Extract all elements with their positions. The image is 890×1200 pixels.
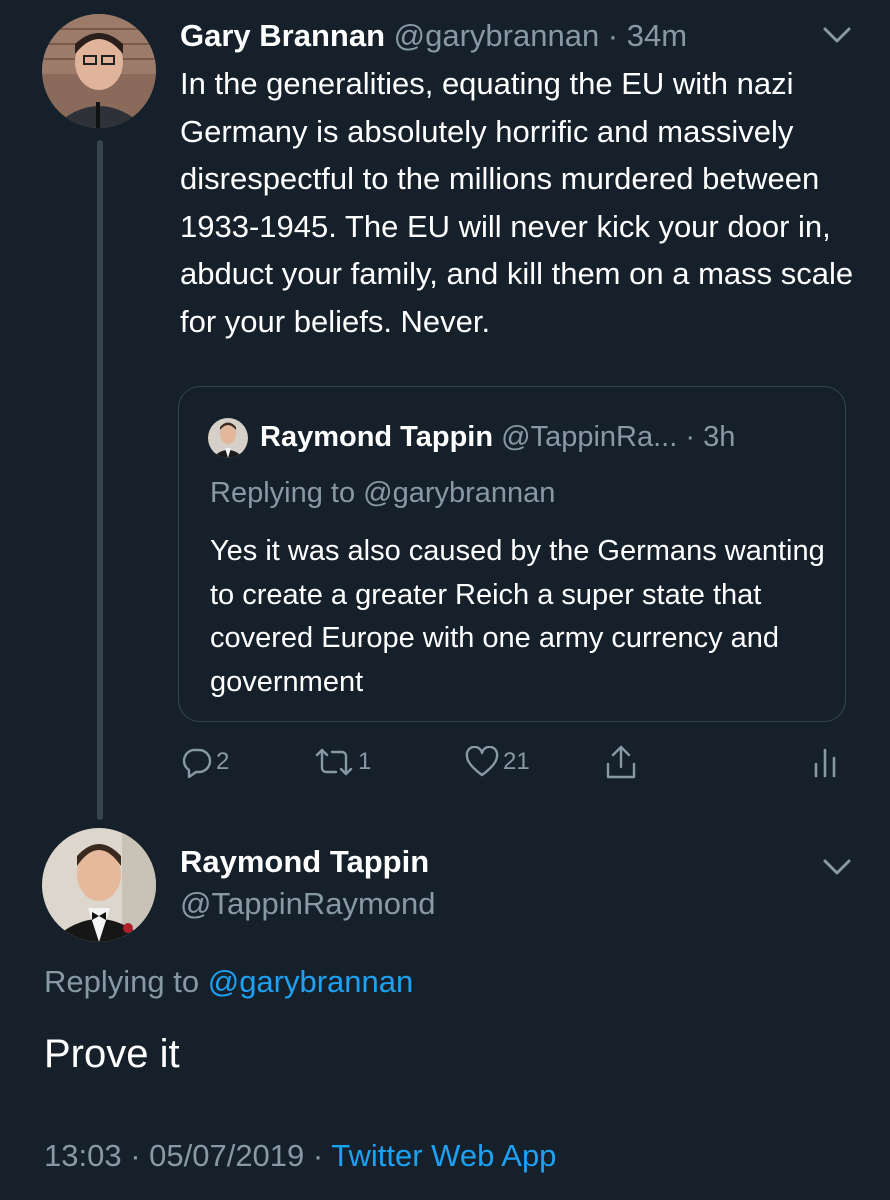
tweet-text: In the generalities, equating the EU wit… [180, 66, 854, 339]
like-button[interactable]: 21 [465, 742, 530, 782]
raymond-tappin-avatar[interactable] [42, 828, 156, 942]
quoted-author-name: Raymond Tappin [260, 421, 494, 453]
reply-icon [182, 748, 212, 778]
avatar-image [42, 14, 156, 128]
author-name[interactable]: Gary Brannan [180, 18, 385, 53]
author-handle[interactable]: @garybrannan [394, 18, 600, 53]
avatar-image [42, 828, 156, 942]
heart-icon [465, 746, 499, 777]
analytics-button[interactable] [812, 742, 838, 782]
quoted-replying-to: Replying to @garybrannan [210, 477, 556, 509]
separator-dot: · [304, 1138, 332, 1173]
quoted-tweet-text: Yes it was also caused by the Germans wa… [210, 535, 825, 698]
analytics-icon [814, 748, 836, 778]
tweet-time[interactable]: 34m [627, 18, 687, 53]
separator-dot: · [677, 421, 704, 453]
reply-author-handle[interactable]: @TappinRaymond [180, 884, 436, 924]
replying-to-handle-link[interactable]: @garybrannan [208, 964, 414, 999]
reply-count: 2 [216, 748, 230, 775]
like-count: 21 [503, 748, 530, 775]
reply-author-name[interactable]: Raymond Tappin [180, 842, 429, 882]
tweet-meta: 13:03 · 05/07/2019 · Twitter Web App [44, 1136, 556, 1176]
retweet-icon [315, 748, 353, 776]
separator-dot: · [599, 18, 627, 53]
quoted-tweet-time: 3h [703, 421, 736, 453]
tweet-timestamp[interactable]: 13:03 · 05/07/2019 [44, 1138, 304, 1173]
replying-to-prefix: Replying to [44, 964, 208, 999]
share-icon [606, 745, 636, 779]
tweet-source-link[interactable]: Twitter Web App [331, 1138, 556, 1173]
reply-button[interactable]: 2 [180, 742, 229, 782]
gary-brannan-avatar[interactable] [42, 14, 156, 128]
reply-tweet-text: Prove it [44, 1032, 180, 1076]
retweet-button[interactable]: 1 [314, 742, 371, 782]
raymond-tappin-avatar-small [208, 418, 248, 458]
replying-to: Replying to @garybrannan [44, 962, 413, 1002]
tweet-header: Gary Brannan @garybrannan · 34m [180, 16, 687, 56]
chevron-down-icon[interactable] [820, 22, 854, 48]
retweet-count: 1 [358, 748, 372, 775]
thread-connector-line [97, 140, 103, 820]
quoted-author-handle: @TappinRa... [501, 421, 678, 453]
share-button[interactable] [604, 742, 638, 782]
quoted-tweet-header: Raymond Tappin @TappinRa... · 3h [260, 418, 735, 456]
chevron-down-icon[interactable] [820, 854, 854, 880]
avatar-image [208, 418, 248, 458]
